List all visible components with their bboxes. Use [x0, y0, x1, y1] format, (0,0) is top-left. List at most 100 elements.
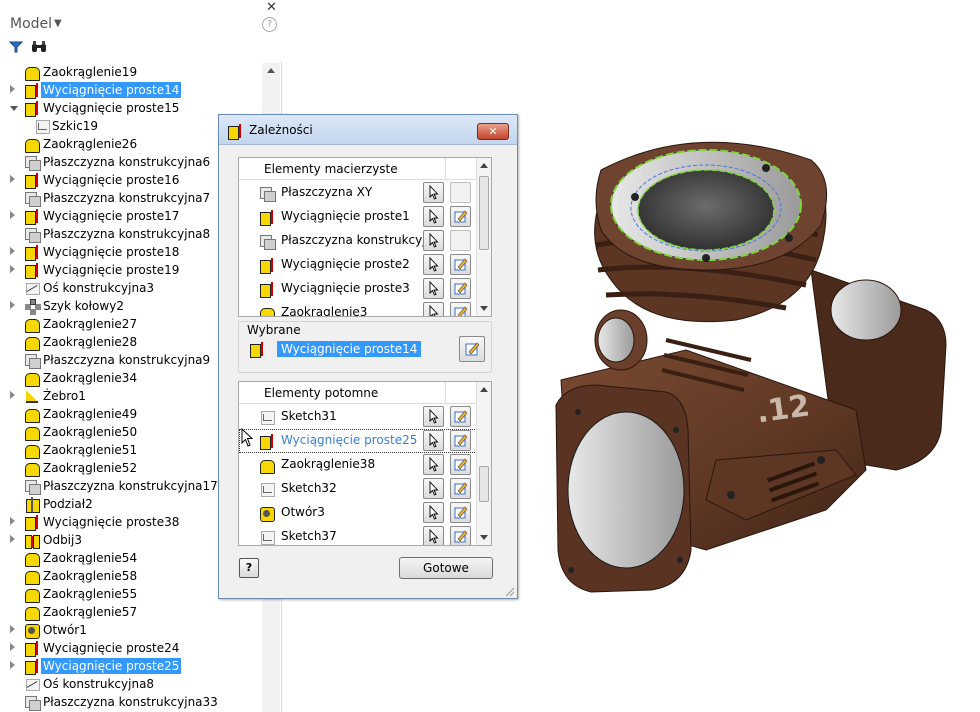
- children-rows: Sketch31 Wyciągnięcie proste25 Zaokrągleni…: [239, 382, 477, 545]
- tree-item[interactable]: Wyciągnięcie proste14: [0, 81, 262, 99]
- select-in-model-button[interactable]: [423, 206, 444, 227]
- extrude-icon: [24, 658, 40, 675]
- collapsed-arrow-icon[interactable]: [10, 265, 15, 273]
- select-arrow-icon: [429, 480, 439, 496]
- tree-item[interactable]: Otwór1: [0, 621, 262, 639]
- edit-feature-button[interactable]: [450, 478, 471, 499]
- edit-icon: [454, 258, 468, 271]
- edit-feature-button[interactable]: [450, 454, 471, 475]
- binoculars-icon[interactable]: [31, 40, 47, 54]
- edit-feature-button[interactable]: [450, 502, 471, 523]
- child-label: Otwór3: [281, 505, 325, 519]
- select-in-model-button[interactable]: [423, 278, 444, 299]
- parent-label: Wyciągnięcie proste2: [281, 257, 410, 271]
- tree-item-label: Wyciągnięcie proste19: [43, 263, 180, 277]
- tree-item[interactable]: Zaokrąglenie19: [0, 63, 262, 81]
- rib-icon: [24, 388, 40, 404]
- collapsed-arrow-icon[interactable]: [10, 517, 15, 525]
- parent-row[interactable]: Wyciągnięcie proste3: [239, 277, 477, 301]
- children-scrollbar[interactable]: [476, 382, 491, 545]
- parent-row[interactable]: Płaszczyzna konstrukcyjna: [239, 229, 477, 253]
- sketch-icon: [34, 118, 50, 134]
- parents-scrollbar[interactable]: [476, 158, 491, 316]
- edit-feature-button[interactable]: [450, 278, 471, 299]
- parent-row[interactable]: Wyciągnięcie proste2: [239, 253, 477, 277]
- scroll-up-icon[interactable]: [480, 163, 488, 168]
- filter-icon[interactable]: [9, 40, 23, 54]
- 3d-model-viewport[interactable]: .12: [536, 130, 956, 600]
- select-in-model-button[interactable]: [423, 454, 444, 475]
- scroll-down-icon[interactable]: [480, 535, 488, 540]
- select-in-model-button[interactable]: [423, 430, 444, 451]
- parent-row[interactable]: Zaokrąglenie3: [239, 301, 477, 316]
- help-button[interactable]: ?: [239, 558, 259, 578]
- dialog-title: Zależności: [249, 123, 313, 137]
- collapsed-arrow-icon[interactable]: [10, 211, 15, 219]
- fillet-icon: [259, 305, 275, 316]
- tree-item-label: Wyciągnięcie proste24: [43, 641, 180, 655]
- resize-grip-icon[interactable]: [503, 585, 515, 597]
- collapsed-arrow-icon[interactable]: [10, 85, 15, 93]
- select-in-model-button[interactable]: [423, 406, 444, 427]
- select-in-model-button[interactable]: [423, 526, 444, 545]
- parent-row[interactable]: Płaszczyzna XY: [239, 181, 477, 205]
- scroll-down-icon[interactable]: [480, 306, 488, 311]
- child-row[interactable]: Otwór3: [239, 501, 477, 525]
- collapsed-arrow-icon[interactable]: [10, 301, 15, 309]
- edit-feature-button[interactable]: [450, 526, 471, 545]
- tree-item[interactable]: Płaszczyzna konstrukcyjna33: [0, 693, 262, 711]
- browser-title-dropdown[interactable]: Model: [10, 16, 52, 32]
- done-button[interactable]: Gotowe: [399, 557, 493, 579]
- select-in-model-button[interactable]: [423, 182, 444, 203]
- select-in-model-button[interactable]: [423, 254, 444, 275]
- children-list: Elementy potomne Sketch31 Wyciągnięcie pr…: [238, 381, 492, 546]
- expanded-arrow-icon[interactable]: [10, 106, 18, 111]
- edit-feature-button[interactable]: [450, 406, 471, 427]
- fillet-icon: [24, 334, 40, 351]
- collapsed-arrow-icon[interactable]: [10, 625, 15, 633]
- tree-item-label: Zaokrąglenie52: [43, 461, 138, 475]
- sketch-icon: [259, 481, 275, 497]
- selected-feature[interactable]: Wyciągnięcie proste14: [277, 341, 422, 357]
- scroll-up-icon[interactable]: [267, 68, 275, 73]
- tree-item[interactable]: Zaokrąglenie57: [0, 603, 262, 621]
- collapsed-arrow-icon[interactable]: [10, 661, 15, 669]
- parent-label: Płaszczyzna XY: [281, 185, 373, 199]
- select-in-model-button[interactable]: [423, 478, 444, 499]
- edit-selected-button[interactable]: [459, 336, 485, 362]
- tree-item-label: Zaokrąglenie58: [43, 569, 138, 583]
- child-row[interactable]: Wyciągnięcie proste25: [239, 429, 477, 453]
- select-arrow-icon: [429, 280, 439, 296]
- edit-feature-button[interactable]: [450, 430, 471, 451]
- child-row[interactable]: Zaokrąglenie38: [239, 453, 477, 477]
- parent-row[interactable]: Wyciągnięcie proste1: [239, 205, 477, 229]
- select-in-model-button[interactable]: [423, 302, 444, 316]
- close-icon[interactable]: ✕: [266, 0, 277, 15]
- collapsed-arrow-icon[interactable]: [10, 643, 15, 651]
- collapsed-arrow-icon[interactable]: [10, 535, 15, 543]
- child-row[interactable]: Sketch37: [239, 525, 477, 545]
- scroll-up-icon[interactable]: [480, 387, 488, 392]
- collapsed-arrow-icon[interactable]: [10, 247, 15, 255]
- dialog-titlebar[interactable]: Zależności ✕: [219, 115, 517, 145]
- chevron-down-icon[interactable]: ▼: [54, 18, 62, 29]
- edit-feature-button[interactable]: [450, 302, 471, 316]
- select-in-model-button[interactable]: [423, 502, 444, 523]
- dialog-close-button[interactable]: ✕: [477, 123, 509, 140]
- tree-item-label: Wyciągnięcie proste18: [43, 245, 180, 259]
- tree-item[interactable]: Oś konstrukcyjna8: [0, 675, 262, 693]
- select-arrow-icon: [429, 408, 439, 424]
- edit-feature-button[interactable]: [450, 254, 471, 275]
- tree-item[interactable]: Wyciągnięcie proste25: [0, 657, 262, 675]
- child-row[interactable]: Sketch32: [239, 477, 477, 501]
- child-row[interactable]: Sketch31: [239, 405, 477, 429]
- collapsed-arrow-icon[interactable]: [10, 175, 15, 183]
- help-icon[interactable]: ?: [262, 17, 277, 32]
- work-axis-icon: [24, 280, 40, 296]
- scroll-thumb[interactable]: [479, 176, 489, 250]
- tree-item[interactable]: Wyciągnięcie proste24: [0, 639, 262, 657]
- collapsed-arrow-icon[interactable]: [10, 391, 15, 399]
- edit-feature-button[interactable]: [450, 206, 471, 227]
- scroll-thumb[interactable]: [479, 466, 489, 502]
- select-in-model-button[interactable]: [423, 230, 444, 251]
